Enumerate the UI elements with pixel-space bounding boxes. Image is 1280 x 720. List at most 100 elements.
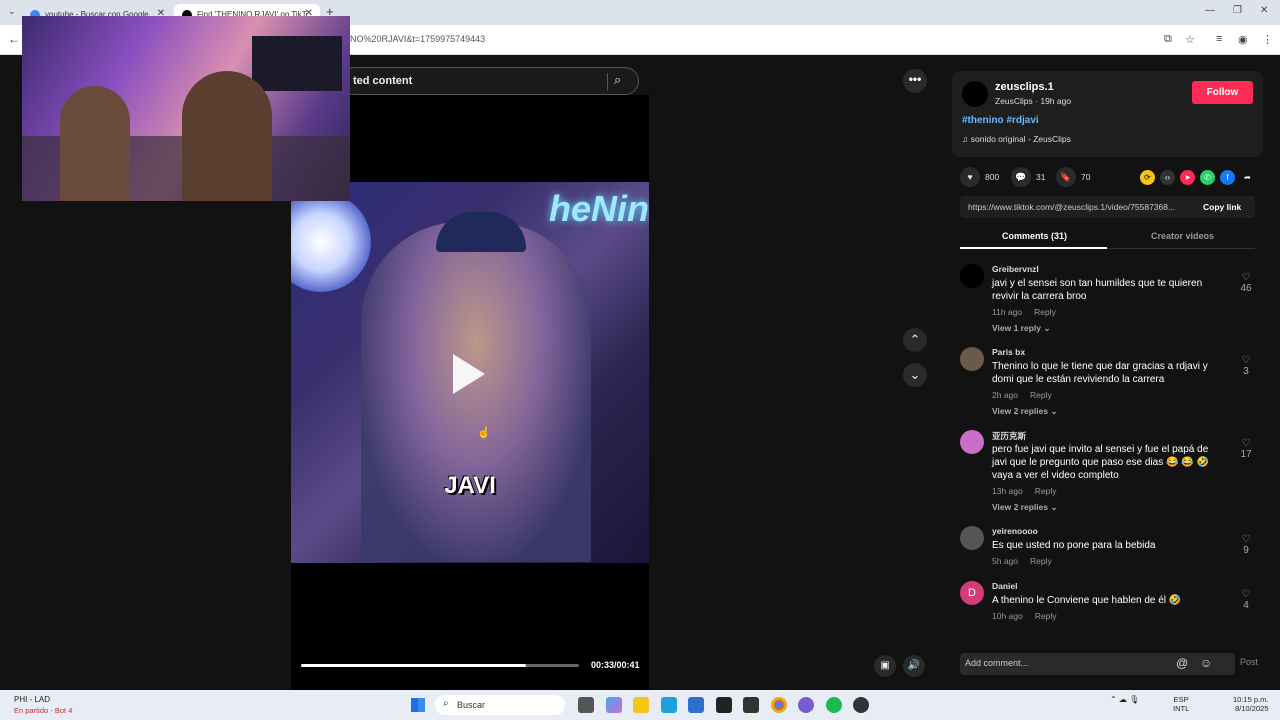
- extensions-icon[interactable]: ≡: [1216, 33, 1222, 45]
- commenter-avatar[interactable]: [960, 264, 984, 288]
- commenter-name[interactable]: Daniel: [992, 581, 1018, 591]
- mouse-cursor-icon: ☝: [477, 427, 491, 439]
- music-note-icon: ♫: [962, 134, 971, 144]
- share-arrow-icon[interactable]: ➦: [1240, 170, 1255, 185]
- tab-comments[interactable]: Comments (31): [1002, 231, 1067, 241]
- comment-like[interactable]: ♡ 17: [1238, 438, 1254, 460]
- edge-icon[interactable]: [661, 697, 677, 713]
- comment-like[interactable]: ♡ 9: [1238, 534, 1254, 556]
- play-icon[interactable]: [453, 354, 485, 394]
- view-replies-button[interactable]: View 1 reply ⌄: [992, 323, 1050, 334]
- comment-meta: 5h ago Reply: [992, 556, 1052, 566]
- comment-like[interactable]: ♡ 4: [1238, 589, 1254, 611]
- search-input[interactable]: ted content ⌕: [340, 67, 639, 95]
- maximize-icon[interactable]: ❐: [1233, 5, 1242, 16]
- more-options-icon[interactable]: •••: [903, 69, 927, 93]
- url-text[interactable]: NO%20RJAVI&t=1759975749443: [350, 34, 485, 44]
- share-link-bar: https://www.tiktok.com/@zeusclips.1/vide…: [960, 196, 1255, 218]
- copilot-icon[interactable]: [606, 697, 622, 713]
- taskbar-search-label: Buscar: [457, 700, 486, 710]
- taskbar-clock[interactable]: 10:15 p.m. 8/10/2025: [1233, 695, 1268, 713]
- commenter-name[interactable]: Greibervnzl: [992, 264, 1039, 274]
- commenter-name[interactable]: Paris bx: [992, 347, 1025, 357]
- follow-button[interactable]: Follow: [1192, 81, 1253, 104]
- minimize-icon[interactable]: —: [1205, 5, 1215, 16]
- comment-time: 13h ago: [992, 486, 1023, 496]
- commenter-avatar[interactable]: [960, 430, 984, 454]
- comment-like[interactable]: ♡ 46: [1238, 272, 1254, 294]
- previous-video-icon[interactable]: ⌃: [903, 328, 927, 352]
- sports-widget[interactable]: PHI - LAD En partido - Bot 4: [14, 695, 72, 715]
- commenter-name[interactable]: 亚历克斯: [992, 430, 1026, 442]
- whatsapp-icon[interactable]: ✆: [1200, 170, 1215, 185]
- author-username[interactable]: zeusclips.1: [995, 81, 1054, 93]
- comment-meta: 11h ago Reply: [992, 307, 1056, 317]
- commenter-avatar[interactable]: D: [960, 581, 984, 605]
- file-explorer-icon[interactable]: [633, 697, 649, 713]
- copy-link-button[interactable]: Copy link: [1203, 202, 1241, 212]
- reply-button[interactable]: Reply: [1030, 390, 1052, 400]
- system-tray[interactable]: ⌃ ☁ 🎙: [1110, 695, 1139, 704]
- comment-meta: 13h ago Reply: [992, 486, 1056, 496]
- bookmark-star-icon[interactable]: ☆: [1185, 33, 1195, 46]
- author-avatar[interactable]: [962, 81, 988, 107]
- view-replies-button[interactable]: View 2 replies ⌄: [992, 502, 1058, 513]
- menu-dots-icon[interactable]: ⋮: [1262, 33, 1273, 46]
- lang-layout: INTL: [1173, 704, 1190, 713]
- emoji-icon[interactable]: ☺: [1200, 656, 1212, 670]
- task-view-icon[interactable]: [578, 697, 594, 713]
- video-progress-bar[interactable]: [301, 664, 579, 667]
- reply-button[interactable]: Reply: [1035, 611, 1057, 621]
- reply-button[interactable]: Reply: [1030, 556, 1052, 566]
- comment-stat[interactable]: 💬 31: [1011, 167, 1045, 187]
- search-icon[interactable]: ⌕: [614, 72, 621, 88]
- obs-icon[interactable]: [853, 697, 869, 713]
- windows-start-icon[interactable]: [411, 698, 425, 712]
- comment-text: pero fue javi que invito al sensei y fue…: [992, 444, 1209, 481]
- commenter-name[interactable]: yeirenoooo: [992, 526, 1038, 536]
- share-link-url[interactable]: https://www.tiktok.com/@zeusclips.1/vide…: [968, 202, 1193, 212]
- tab-creator-videos[interactable]: Creator videos: [1151, 231, 1214, 241]
- commenter-avatar[interactable]: [960, 347, 984, 371]
- comment-time: 10h ago: [992, 611, 1023, 621]
- reply-button[interactable]: Reply: [1035, 486, 1057, 496]
- volume-icon[interactable]: 🔊: [903, 655, 925, 677]
- discord-icon[interactable]: [798, 697, 814, 713]
- comment-text: javi y el sensei son tan humildes que te…: [992, 278, 1203, 302]
- back-arrow-icon[interactable]: ←: [8, 32, 20, 46]
- video-hashtags[interactable]: #thenino #rdjavi: [962, 115, 1039, 126]
- post-button[interactable]: Post: [1240, 657, 1258, 667]
- like-stat[interactable]: ♥ 800: [960, 167, 999, 187]
- language-indicator[interactable]: ESP INTL: [1173, 695, 1189, 713]
- view-replies-button[interactable]: View 2 replies ⌄: [992, 406, 1058, 417]
- mention-icon[interactable]: @: [1176, 656, 1188, 670]
- video-player[interactable]: heNin ☝ JAVI: [291, 182, 649, 563]
- add-comment-input[interactable]: Add comment... @ ☺: [960, 653, 1235, 675]
- webcam-tv: [252, 36, 342, 91]
- repost-icon[interactable]: ⟳: [1140, 170, 1155, 185]
- tab-search-icon[interactable]: ⌄: [8, 6, 16, 17]
- install-app-icon[interactable]: ⧉: [1164, 33, 1172, 46]
- facebook-icon[interactable]: f: [1220, 170, 1235, 185]
- save-stat[interactable]: 🔖 70: [1056, 167, 1090, 187]
- capcut-icon[interactable]: [716, 697, 732, 713]
- windows-taskbar: PHI - LAD En partido - Bot 4 ⌕ Buscar ⌃ …: [0, 690, 1280, 720]
- reply-button[interactable]: Reply: [1034, 307, 1056, 317]
- video-time: 00:33/00:41: [591, 660, 640, 670]
- video-music[interactable]: ♫ sonido original - ZeusClips: [962, 134, 1071, 144]
- comment-like[interactable]: ♡ 3: [1238, 355, 1254, 377]
- store-icon[interactable]: [688, 697, 704, 713]
- pip-icon[interactable]: ▣: [874, 655, 896, 677]
- embed-icon[interactable]: ‹›: [1160, 170, 1175, 185]
- close-window-icon[interactable]: ✕: [1260, 5, 1268, 16]
- app-icon[interactable]: [743, 697, 759, 713]
- chrome-icon[interactable]: [771, 697, 787, 713]
- spotify-icon[interactable]: [826, 697, 842, 713]
- taskbar-search[interactable]: ⌕ Buscar: [435, 695, 565, 715]
- profile-icon[interactable]: ◉: [1238, 33, 1248, 46]
- commenter-avatar[interactable]: [960, 526, 984, 550]
- send-icon[interactable]: ➤: [1180, 170, 1195, 185]
- sports-title: PHI - LAD: [14, 695, 51, 704]
- comment-like-count: 9: [1243, 545, 1249, 556]
- next-video-icon[interactable]: ⌄: [903, 363, 927, 387]
